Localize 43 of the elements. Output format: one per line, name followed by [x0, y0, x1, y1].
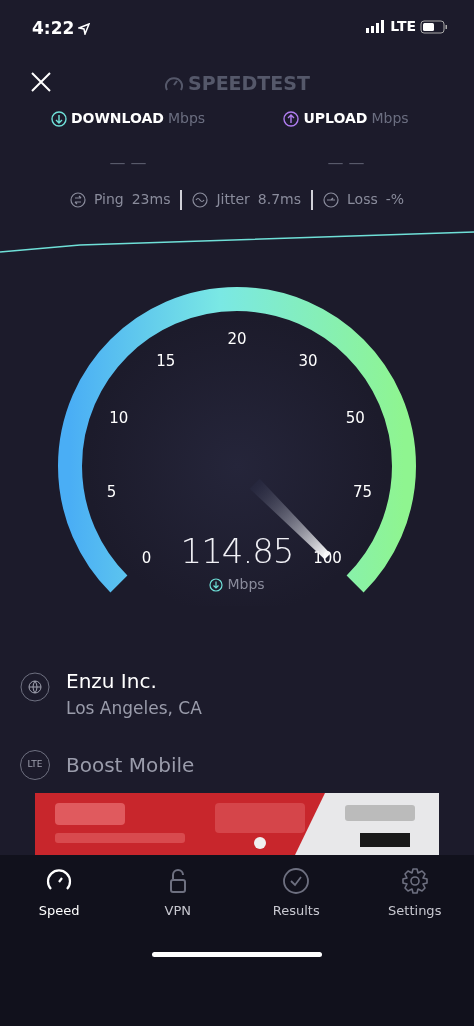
- settings-icon[interactable]: [400, 866, 429, 895]
- speed-reading: 114.85: [180, 534, 294, 568]
- tab-button[interactable]: Speed: [14, 866, 105, 920]
- globe-icon: [20, 672, 50, 702]
- signal-icon: [366, 20, 387, 33]
- metric-label: Jitter: [216, 190, 250, 209]
- ping-icon: [69, 191, 86, 208]
- provider-name: Boost Mobile: [66, 751, 195, 779]
- scale-label: 0: [141, 548, 152, 567]
- unit-label: Mbps: [167, 109, 206, 128]
- scale-label: 5: [106, 482, 117, 501]
- result-value: — —: [327, 152, 365, 174]
- app-logo: SPEEDTEST: [188, 70, 310, 96]
- server-name: Enzu Inc.: [66, 668, 158, 695]
- scale-label: 75: [353, 482, 373, 501]
- network-label: LTE: [390, 17, 416, 36]
- close-button[interactable]: [31, 72, 51, 92]
- result-value: — —: [109, 152, 147, 174]
- clock-time: 4:22: [32, 17, 75, 40]
- metric-value: 23ms: [131, 190, 171, 209]
- metric-label: Loss: [347, 190, 378, 209]
- checkmark-icon[interactable]: [282, 866, 311, 895]
- server-location: Los Angeles, CA: [66, 697, 202, 720]
- scale-label: 15: [156, 351, 176, 370]
- tab-button[interactable]: Settings: [369, 866, 460, 920]
- result-label: UPLOAD: [303, 109, 368, 128]
- unit-label: Mbps: [227, 575, 265, 594]
- metric-value: -%: [385, 190, 405, 209]
- metric-label: Ping: [93, 190, 124, 209]
- location-arrow-icon: [78, 22, 91, 35]
- unit-label: Mbps: [371, 109, 409, 128]
- scale-label: 20: [227, 330, 247, 348]
- loss-icon: [323, 191, 339, 208]
- result-label: DOWNLOAD: [70, 109, 164, 128]
- jitter-icon: [192, 191, 209, 208]
- scale-label: 50: [345, 409, 365, 427]
- tab-button[interactable]: Results: [251, 866, 342, 920]
- battery-icon: [420, 19, 448, 34]
- tab-button[interactable]: VPN: [132, 866, 223, 920]
- gauge-icon: [164, 74, 185, 92]
- scale-label: 10: [109, 409, 129, 427]
- scale-label: 30: [298, 351, 318, 370]
- metric-value: 8.7ms: [257, 190, 301, 209]
